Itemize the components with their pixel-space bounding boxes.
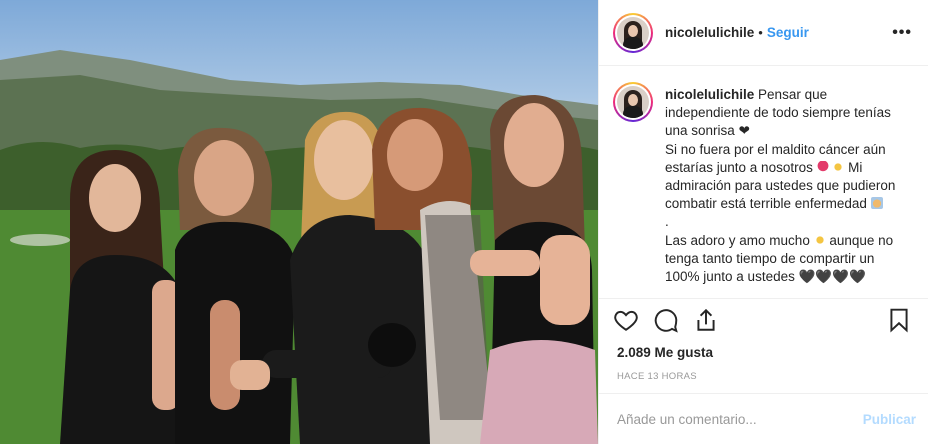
avatar-face	[628, 94, 638, 106]
photo-scene	[0, 50, 598, 444]
caption-dot-line: .	[665, 214, 669, 230]
avatar-image	[617, 86, 649, 118]
black-heart-emoji: ❤	[738, 123, 750, 139]
post-side-panel: nicolelulichile • Seguir ••• nicolelulic…	[598, 0, 928, 444]
post-header: nicolelulichile • Seguir •••	[599, 0, 928, 66]
sparkle-emoji-icon	[813, 233, 826, 246]
bookmark-icon[interactable]	[886, 307, 912, 333]
comment-input[interactable]	[617, 411, 863, 427]
more-dots-icon[interactable]: •••	[892, 24, 912, 42]
sparkle-emoji-icon	[832, 160, 845, 173]
avatar-image	[617, 16, 649, 49]
share-upload-icon[interactable]	[693, 307, 719, 333]
avatar-body	[623, 36, 643, 49]
header-username[interactable]: nicolelulichile	[665, 25, 754, 40]
caption-avatar[interactable]	[613, 82, 653, 122]
comment-bubble-icon[interactable]	[653, 307, 679, 333]
caption-username[interactable]: nicolelulichile	[665, 87, 754, 102]
post-photo[interactable]	[0, 0, 598, 444]
caption-second-paragraph: Si no fuera por el maldito cáncer aún es…	[665, 141, 912, 214]
separator-dot: •	[758, 25, 763, 40]
caption-text-5: Las adoro y amo mucho	[665, 232, 810, 248]
post-caption: nicolelulichile Pensar que independiente…	[665, 86, 912, 286]
caption-third-paragraph: Las adoro y amo mucho aunque no tenga ta…	[665, 232, 912, 287]
post-timestamp[interactable]: HACE 13 HORAS	[599, 363, 928, 391]
avatar[interactable]	[613, 12, 653, 53]
avatar-body	[623, 106, 643, 118]
publish-button[interactable]: Publicar	[863, 412, 916, 427]
broken-heart-emoji-icon	[816, 160, 829, 173]
caption-first-paragraph: nicolelulichile Pensar que independiente…	[665, 86, 912, 141]
add-comment-bar: Publicar	[599, 393, 928, 444]
avatar-face	[628, 24, 638, 37]
black-hearts-emoji: 🖤🖤🖤🖤	[798, 269, 866, 285]
avatar-frame	[615, 84, 651, 120]
heart-outline-icon[interactable]	[613, 307, 639, 333]
caption-section: nicolelulichile Pensar que independiente…	[599, 66, 928, 298]
avatar-frame	[615, 14, 651, 51]
likes-count[interactable]: 2.089 Me gusta	[599, 341, 928, 363]
action-bar	[599, 298, 928, 341]
face-emoji-icon	[870, 197, 883, 210]
follow-button[interactable]: Seguir	[767, 25, 809, 40]
